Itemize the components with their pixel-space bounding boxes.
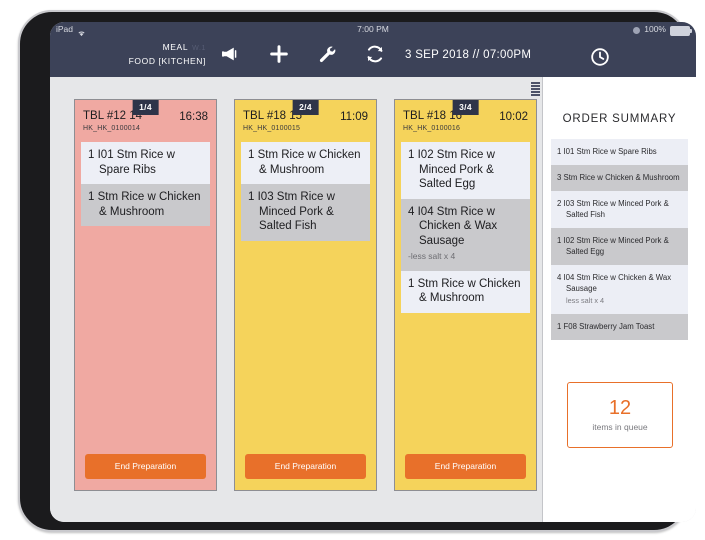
summary-row[interactable]: 1 I02 Stm Rice w Minced Pork & Salted Eg…: [551, 228, 688, 265]
queue-count-label: items in queue: [592, 422, 648, 432]
summary-qty: 1: [557, 236, 562, 245]
order-card[interactable]: 2/4 TBL #18 15 11:09 HK_HK_0100015 1 Stm…: [234, 99, 377, 491]
refresh-icon[interactable]: [364, 43, 386, 67]
item-name: I02 Stm Rice w Minced Pork & Salted Egg: [417, 149, 495, 190]
item-name: I04 Stm Rice w Chicken & Wax Sausage: [417, 205, 498, 247]
order-reference-label: HK_HK_0100016: [403, 125, 461, 132]
item-name: Stm Rice w Chicken & Mushroom: [97, 191, 201, 218]
status-bar-clock: 7:00 PM: [357, 24, 389, 34]
meal-row: MEAL W.1: [86, 41, 206, 55]
order-item-row[interactable]: 4 I04 Stm Rice w Chicken & Wax Sausage -…: [401, 198, 530, 271]
status-bar-right: 100%: [633, 22, 692, 37]
summary-qty: 3: [557, 173, 562, 182]
order-item-row[interactable]: 1 Stm Rice w Chicken & Mushroom: [401, 270, 530, 313]
order-item-list: 1 Stm Rice w Chicken & Mushroom 1 I03 St…: [235, 142, 376, 241]
header-toolbar: [220, 43, 386, 67]
ipad-device-frame: iPad 7:00 PM 100% MEAL W.1 FOOD [KITCHEN]: [18, 10, 696, 532]
meal-sub-label: W.1: [192, 45, 206, 52]
megaphone-icon[interactable]: [220, 43, 242, 67]
summary-qty: 2: [557, 199, 562, 208]
order-summary-panel: ORDER SUMMARY 1 I01 Stm Rice w Spare Rib…: [531, 77, 696, 522]
item-qty: 1: [88, 191, 95, 203]
wrench-icon[interactable]: [316, 43, 338, 67]
summary-row[interactable]: 2 I03 Stm Rice w Minced Pork & Salted Fi…: [551, 191, 688, 228]
order-card[interactable]: 1/4 TBL #12 14 16:38 HK_HK_0100014 1 I01…: [74, 99, 217, 491]
summary-row[interactable]: 1 I01 Stm Rice w Spare Ribs: [551, 139, 688, 165]
clock-icon[interactable]: [590, 47, 610, 67]
item-qty: 1: [248, 191, 255, 203]
order-cards-strip: 1/4 TBL #12 14 16:38 HK_HK_0100014 1 I01…: [50, 77, 542, 522]
order-item-row[interactable]: 1 Stm Rice w Chicken & Mushroom: [81, 184, 210, 226]
order-card-header: 2/4 TBL #18 15 11:09 HK_HK_0100015: [235, 100, 376, 142]
summary-row[interactable]: 3 Stm Rice w Chicken & Mushroom: [551, 165, 688, 191]
order-item-list: 1 I02 Stm Rice w Minced Pork & Salted Eg…: [395, 142, 536, 313]
summary-row[interactable]: 4 I04 Stm Rice w Chicken & Wax Sausage l…: [551, 265, 688, 314]
order-item-list: 1 I01 Stm Rice w Spare Ribs 1 Stm Rice w…: [75, 142, 216, 226]
summary-qty: 1: [557, 147, 562, 156]
item-qty: 1: [248, 149, 255, 161]
sequence-badge: 1/4: [132, 100, 159, 115]
battery-full-icon: [670, 25, 692, 36]
meal-station-block: MEAL W.1 FOOD [KITCHEN]: [86, 41, 206, 68]
main-content: 1/4 TBL #12 14 16:38 HK_HK_0100014 1 I01…: [50, 77, 696, 522]
item-qty: 4: [408, 205, 415, 218]
item-name: I03 Stm Rice w Minced Pork & Salted Fish: [257, 191, 335, 232]
item-qty: 1: [408, 149, 415, 161]
app-header: MEAL W.1 FOOD [KITCHEN] 3 SEP 2018 // 07…: [50, 37, 696, 77]
summary-item-name: I04 Stm Rice w Chicken & Wax Sausage: [563, 273, 672, 293]
order-item-row[interactable]: 1 Stm Rice w Chicken & Mushroom: [241, 142, 370, 184]
item-note: -less salt x 4: [408, 251, 456, 261]
summary-item-name: F08 Strawberry Jam Toast: [563, 322, 655, 331]
order-card-footer: End Preparation: [235, 454, 376, 490]
bluetooth-icon: [633, 27, 641, 34]
order-summary-title: ORDER SUMMARY: [562, 113, 677, 125]
summary-item-name: I03 Stm Rice w Minced Pork & Salted Fish: [563, 199, 669, 219]
summary-qty: 4: [557, 273, 562, 282]
order-item-row[interactable]: 1 I01 Stm Rice w Spare Ribs: [81, 142, 210, 184]
sequence-badge: 2/4: [292, 100, 319, 115]
item-name: Stm Rice w Chicken & Mushroom: [417, 277, 521, 305]
summary-row[interactable]: 1 F08 Strawberry Jam Toast: [551, 314, 688, 340]
sequence-badge: 3/4: [452, 100, 479, 115]
order-card-header: 3/4 TBL #18 16 10:02 HK_HK_0100016: [395, 100, 536, 142]
end-preparation-button[interactable]: End Preparation: [245, 454, 366, 479]
summary-qty: 1: [557, 322, 562, 331]
order-card-footer: End Preparation: [395, 454, 536, 490]
summary-item-name: Stm Rice w Chicken & Mushroom: [563, 173, 680, 182]
order-item-row[interactable]: 1 I03 Stm Rice w Minced Pork & Salted Fi…: [241, 184, 370, 241]
end-preparation-button[interactable]: End Preparation: [85, 454, 206, 479]
plus-icon[interactable]: [268, 43, 290, 67]
order-time-label: 10:02: [499, 111, 528, 123]
order-time-label: 16:38: [179, 111, 208, 123]
hamburger-icon[interactable]: [531, 82, 540, 96]
order-reference-label: HK_HK_0100014: [83, 125, 141, 132]
header-datetime: 3 SEP 2018 // 07:00PM: [405, 49, 532, 61]
battery-percent-label: 100%: [644, 24, 666, 34]
end-preparation-button[interactable]: End Preparation: [405, 454, 526, 479]
station-label: FOOD [KITCHEN]: [128, 56, 206, 66]
ipad-screen: iPad 7:00 PM 100% MEAL W.1 FOOD [KITCHEN]: [50, 22, 696, 522]
ios-status-bar: iPad 7:00 PM 100%: [50, 22, 696, 37]
order-card-header: 1/4 TBL #12 14 16:38 HK_HK_0100014: [75, 100, 216, 142]
order-time-label: 11:09: [340, 111, 368, 123]
order-item-row[interactable]: 1 I02 Stm Rice w Minced Pork & Salted Eg…: [401, 142, 530, 199]
item-name: I01 Stm Rice w Spare Ribs: [97, 149, 175, 176]
item-qty: 1: [408, 277, 415, 290]
summary-item-name: I01 Stm Rice w Spare Ribs: [563, 147, 657, 156]
order-summary-list: 1 I01 Stm Rice w Spare Ribs 3 Stm Rice w…: [551, 139, 688, 340]
meal-label: MEAL: [162, 42, 189, 52]
summary-item-name: I02 Stm Rice w Minced Pork & Salted Egg: [563, 236, 669, 256]
order-card[interactable]: 3/4 TBL #18 16 10:02 HK_HK_0100016 1 I02…: [394, 99, 537, 491]
queue-count: 12: [608, 397, 632, 419]
item-qty: 1: [88, 149, 95, 161]
summary-item-note: less salt x 4: [566, 296, 605, 305]
order-card-footer: End Preparation: [75, 454, 216, 490]
item-name: Stm Rice w Chicken & Mushroom: [257, 149, 361, 176]
queue-counter-box: 12 items in queue: [567, 382, 673, 448]
order-reference-label: HK_HK_0100015: [243, 125, 301, 132]
